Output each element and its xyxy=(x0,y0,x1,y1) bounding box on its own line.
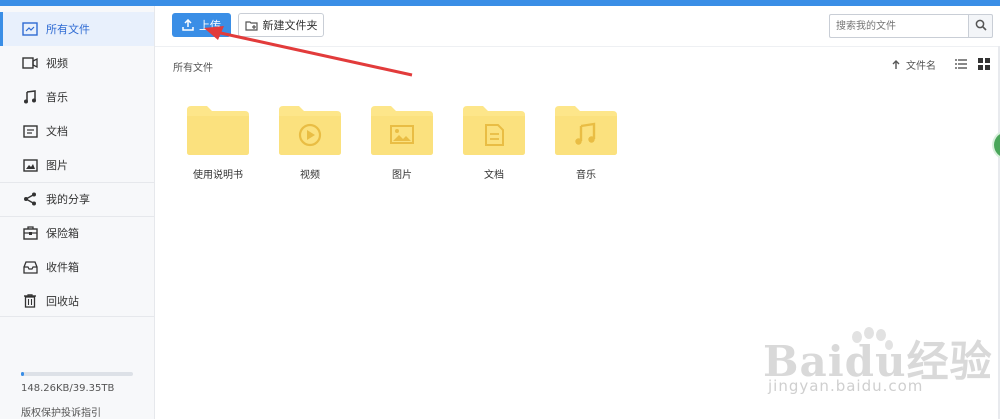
grid-view-icon[interactable] xyxy=(978,58,990,70)
all-files-icon xyxy=(22,21,38,37)
plain-folder-icon xyxy=(187,106,249,155)
sidebar-item-label: 回收站 xyxy=(46,295,79,308)
upload-button[interactable]: 上传 xyxy=(172,13,231,37)
folder-name: 视频 xyxy=(300,170,320,181)
upload-button-label: 上传 xyxy=(199,19,221,32)
storage-progress-fill xyxy=(21,372,25,376)
sidebar: 所有文件 视频 音乐 文档 图片 我的分享 保险箱 收件箱 回收站 xyxy=(0,6,155,419)
video-icon xyxy=(22,55,38,71)
folder-item[interactable]: 音乐 xyxy=(551,104,621,184)
storage-progress-bar xyxy=(21,372,133,376)
sidebar-item-music[interactable]: 音乐 xyxy=(0,80,154,114)
folder-item[interactable]: 文档 xyxy=(459,104,529,184)
search-input[interactable] xyxy=(829,14,969,38)
content-divider xyxy=(155,46,1000,47)
folder-name: 图片 xyxy=(392,170,412,181)
inbox-icon xyxy=(22,259,38,275)
sidebar-item-inbox[interactable]: 收件箱 xyxy=(0,250,154,284)
sidebar-item-my-share[interactable]: 我的分享 xyxy=(0,182,154,216)
music-folder-icon xyxy=(555,106,617,155)
folder-item[interactable]: 图片 xyxy=(367,104,437,184)
copyright-complaint-link[interactable]: 版权保护投诉指引 xyxy=(21,404,101,419)
sidebar-item-documents[interactable]: 文档 xyxy=(0,114,154,148)
sort-label: 文件名 xyxy=(906,61,936,72)
list-view-icon[interactable] xyxy=(955,58,967,70)
sidebar-item-label: 收件箱 xyxy=(46,261,79,274)
folder-item[interactable]: 使用说明书 xyxy=(183,104,253,184)
floating-side-badge[interactable] xyxy=(992,130,1000,160)
search-button[interactable] xyxy=(968,14,993,38)
sidebar-divider xyxy=(0,316,154,317)
share-icon xyxy=(22,191,38,207)
sidebar-item-video[interactable]: 视频 xyxy=(0,46,154,80)
music-icon xyxy=(22,89,38,105)
sidebar-item-label: 视频 xyxy=(46,57,68,70)
sidebar-item-recycle-bin[interactable]: 回收站 xyxy=(0,284,154,318)
new-folder-button-label: 新建文件夹 xyxy=(262,19,318,32)
sidebar-item-label: 图片 xyxy=(46,159,68,172)
folder-name: 音乐 xyxy=(576,170,596,181)
sidebar-item-label: 保险箱 xyxy=(46,227,79,240)
sort-arrow-up-icon xyxy=(892,59,900,70)
folder-name: 使用说明书 xyxy=(193,170,243,181)
folder-item[interactable]: 视频 xyxy=(275,104,345,184)
sidebar-item-safe[interactable]: 保险箱 xyxy=(0,216,154,250)
watermark-subtext: jingyan.baidu.com xyxy=(768,377,924,395)
sidebar-item-label: 我的分享 xyxy=(46,193,90,206)
sidebar-item-label: 音乐 xyxy=(46,91,68,104)
search-icon xyxy=(975,19,987,34)
folder-name: 文档 xyxy=(484,170,504,181)
storage-usage-text: 148.26KB/39.35TB xyxy=(21,383,115,394)
document-icon xyxy=(22,123,38,139)
sort-by-filename[interactable]: 文件名 xyxy=(892,57,936,72)
document-folder-icon xyxy=(463,106,525,155)
image-icon xyxy=(22,157,38,173)
safe-icon xyxy=(22,225,38,241)
sidebar-item-all-files[interactable]: 所有文件 xyxy=(0,12,154,46)
new-folder-icon xyxy=(244,20,258,31)
sidebar-item-label: 所有文件 xyxy=(46,23,90,36)
new-folder-button[interactable]: 新建文件夹 xyxy=(238,13,324,37)
upload-icon xyxy=(182,19,194,31)
image-folder-icon xyxy=(371,106,433,155)
sidebar-item-label: 文档 xyxy=(46,125,68,138)
breadcrumb[interactable]: 所有文件 xyxy=(173,59,213,74)
video-folder-icon xyxy=(279,106,341,155)
sidebar-item-images[interactable]: 图片 xyxy=(0,148,154,182)
trash-icon xyxy=(22,293,38,309)
